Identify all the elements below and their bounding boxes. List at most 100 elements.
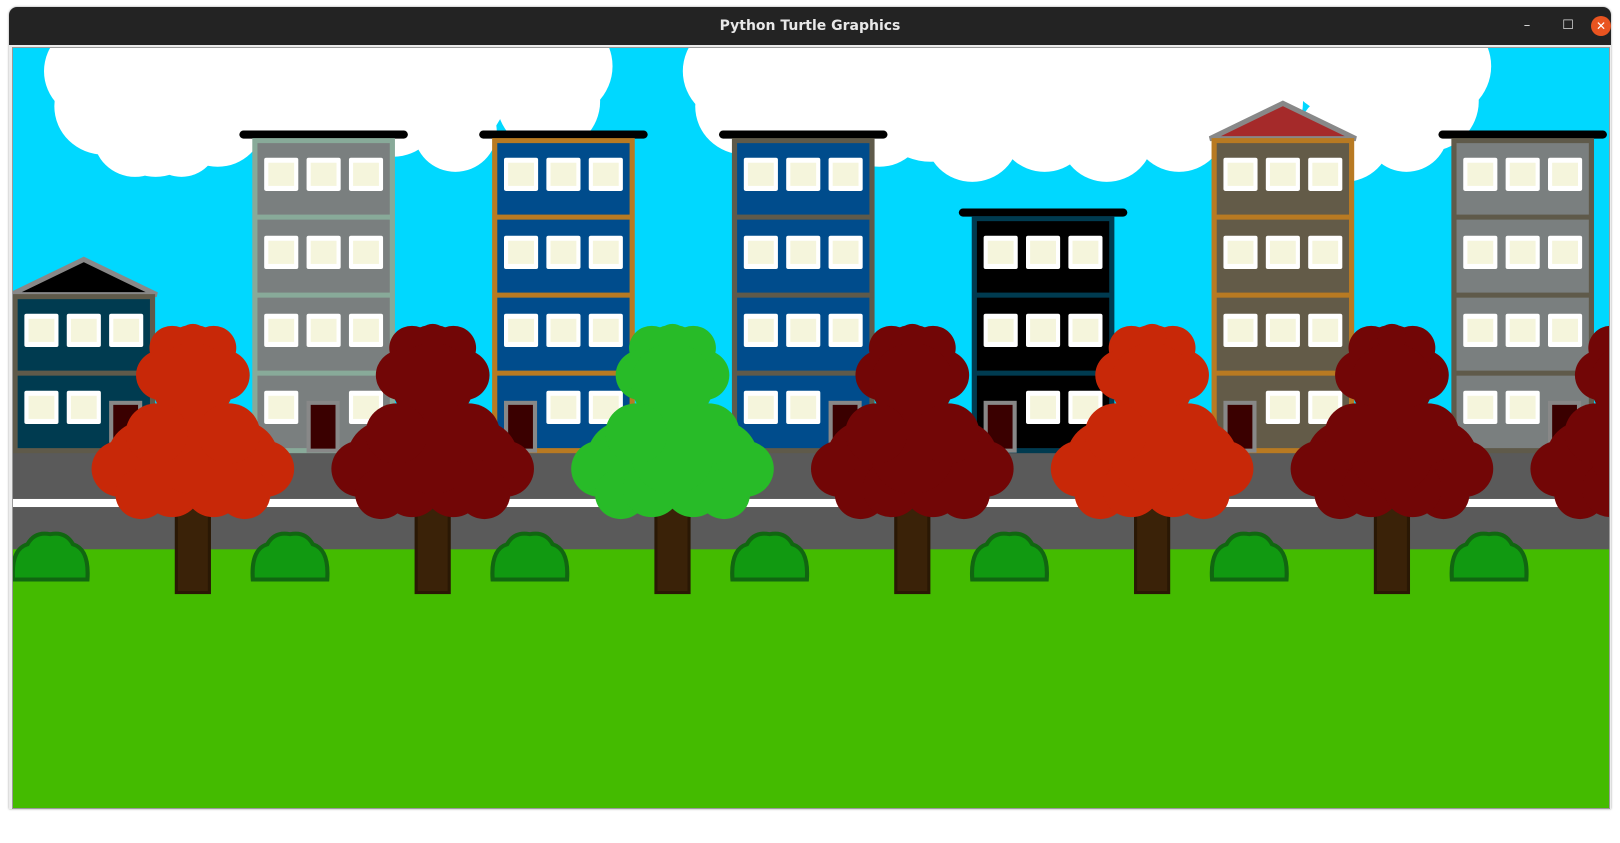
window-glass bbox=[790, 395, 817, 419]
window-glass bbox=[550, 395, 577, 419]
window-glass bbox=[1227, 240, 1254, 264]
minimize-button[interactable]: – bbox=[1517, 16, 1537, 36]
floor-divider bbox=[732, 214, 875, 220]
door bbox=[306, 400, 340, 453]
window-glass bbox=[353, 318, 379, 342]
window-glass bbox=[1072, 318, 1099, 342]
window-glass bbox=[747, 240, 774, 264]
flat-roof bbox=[1438, 130, 1607, 139]
floor-divider bbox=[972, 292, 1114, 298]
window-glass bbox=[353, 240, 379, 264]
window-glass bbox=[1509, 318, 1536, 342]
canopy-puff bbox=[917, 403, 980, 464]
window-glass bbox=[1467, 240, 1494, 264]
window-glass bbox=[790, 162, 817, 186]
flat-roof bbox=[958, 208, 1128, 217]
window-glass bbox=[832, 318, 859, 342]
canopy-puff bbox=[1397, 403, 1460, 464]
window-glass bbox=[1072, 240, 1099, 264]
window-glass bbox=[747, 318, 774, 342]
window-glass bbox=[1269, 318, 1296, 342]
window-glass bbox=[1509, 395, 1536, 419]
window-glass bbox=[1467, 395, 1494, 419]
window-glass bbox=[268, 162, 295, 186]
canopy-puff bbox=[1324, 403, 1387, 464]
close-button[interactable]: ✕ bbox=[1591, 16, 1611, 36]
window-glass bbox=[550, 318, 577, 342]
window-glass bbox=[508, 162, 534, 186]
title-bar[interactable]: Python Turtle Graphics – ☐ ✕ bbox=[9, 7, 1611, 45]
maximize-button[interactable]: ☐ bbox=[1558, 16, 1578, 36]
window-glass bbox=[70, 318, 97, 342]
window-glass bbox=[747, 395, 774, 419]
window-glass bbox=[1269, 395, 1296, 419]
canopy-puff bbox=[437, 403, 500, 464]
canopy-puff bbox=[198, 403, 261, 464]
window-glass bbox=[790, 240, 817, 264]
canopy-puff bbox=[1157, 403, 1220, 464]
window-glass bbox=[747, 162, 774, 186]
building bbox=[1438, 130, 1607, 454]
window-glass bbox=[28, 318, 55, 342]
floor-divider bbox=[252, 214, 395, 220]
window-glass bbox=[1467, 162, 1494, 186]
window-glass bbox=[310, 162, 337, 186]
building bbox=[1208, 100, 1357, 454]
window-glass bbox=[592, 240, 619, 264]
turtle-canvas[interactable] bbox=[12, 47, 1610, 809]
floor-divider bbox=[1451, 292, 1594, 298]
window-glass bbox=[1312, 240, 1339, 264]
building bbox=[239, 130, 408, 454]
window-title: Python Turtle Graphics bbox=[719, 18, 901, 34]
window-glass bbox=[1312, 162, 1339, 186]
floor-divider bbox=[13, 370, 155, 376]
window-glass bbox=[1030, 240, 1056, 264]
window-glass bbox=[508, 240, 534, 264]
window-glass bbox=[987, 318, 1014, 342]
window-glass bbox=[1227, 162, 1254, 186]
floor-divider bbox=[1212, 292, 1354, 298]
window-glass bbox=[1312, 318, 1339, 342]
floor-divider bbox=[1451, 370, 1594, 376]
window-glass bbox=[28, 395, 55, 419]
window-glass bbox=[310, 240, 337, 264]
grass bbox=[13, 549, 1609, 808]
window-glass bbox=[268, 318, 295, 342]
floor-divider bbox=[1212, 370, 1354, 376]
floor-divider bbox=[252, 292, 395, 298]
window-glass bbox=[1509, 240, 1536, 264]
flat-roof bbox=[719, 130, 888, 139]
window-glass bbox=[1269, 240, 1296, 264]
window-glass bbox=[832, 240, 859, 264]
window-glass bbox=[592, 318, 619, 342]
floor-divider bbox=[492, 370, 635, 376]
building bbox=[719, 130, 888, 454]
canopy-puff bbox=[1084, 403, 1147, 464]
window-glass bbox=[1467, 318, 1494, 342]
canopy-puff bbox=[605, 403, 668, 464]
flat-roof bbox=[239, 130, 408, 139]
window-glass bbox=[592, 162, 619, 186]
window-glass bbox=[987, 240, 1014, 264]
window-glass bbox=[1030, 395, 1056, 419]
canopy-puff bbox=[125, 403, 188, 464]
flat-roof bbox=[479, 130, 648, 139]
window-glass bbox=[268, 395, 295, 419]
window-glass bbox=[353, 162, 379, 186]
cloud-puff bbox=[1365, 91, 1448, 172]
floor-divider bbox=[1212, 214, 1354, 220]
window-glass bbox=[1030, 318, 1056, 342]
floor-divider bbox=[972, 370, 1114, 376]
window-glass bbox=[508, 318, 534, 342]
window-glass bbox=[1509, 162, 1536, 186]
window-glass bbox=[1552, 240, 1578, 264]
turtle-window: Python Turtle Graphics – ☐ ✕ bbox=[9, 7, 1611, 809]
floor-divider bbox=[1451, 214, 1594, 220]
window-glass bbox=[550, 240, 577, 264]
window-glass bbox=[1552, 162, 1578, 186]
window-glass bbox=[113, 318, 140, 342]
building bbox=[479, 130, 648, 454]
window-glass bbox=[1269, 162, 1296, 186]
floor-divider bbox=[252, 370, 395, 376]
window-glass bbox=[1552, 318, 1578, 342]
